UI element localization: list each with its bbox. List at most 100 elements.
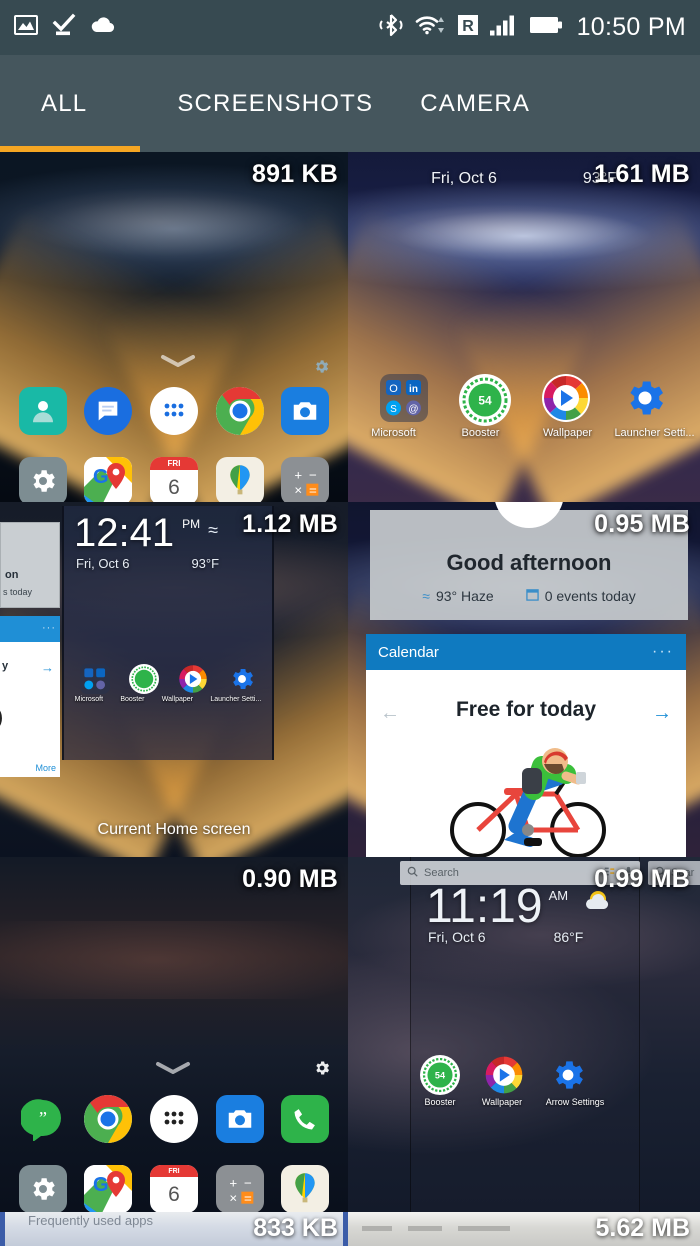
events-text: 0 events today (544, 588, 636, 604)
tab-list: ALL SCREENSHOTS CAMERA (0, 55, 700, 152)
gallery-item[interactable]: Frequently used apps 833 KB (0, 1212, 348, 1246)
photos-icon (215, 457, 264, 502)
app-label: Wallpaper (481, 1097, 523, 1107)
booster-percent: 54 (478, 394, 492, 408)
chrome-icon (215, 387, 264, 435)
thumbnail-image: G FRI 6 + − × = (0, 152, 348, 502)
battery-icon (529, 14, 563, 41)
haze-icon: ≈ (422, 588, 430, 604)
roaming-icon: R (457, 13, 479, 42)
app-row: 54 (420, 1055, 588, 1095)
gallery-item[interactable]: 12:41 PM ≈ Fri, Oct 6 93°F Microsoft Boo… (0, 502, 348, 857)
overflow-menu-icon[interactable]: ··· (652, 643, 674, 661)
svg-text:G: G (93, 466, 109, 488)
dock-row-1: ” (0, 1095, 348, 1143)
arrow-right-icon[interactable]: → (41, 660, 54, 675)
booster-icon: 54 (420, 1055, 460, 1095)
svg-text:S: S (390, 404, 397, 415)
tab-all[interactable]: ALL (41, 90, 87, 118)
preview-temp: 93°F (191, 556, 220, 571)
thumbnail-image: ” G FRI 6 + − × = (0, 857, 348, 1212)
dock-row-2: G FRI 6 + − × = (0, 1165, 348, 1212)
svg-text:R: R (462, 18, 474, 35)
booster-icon: 54 (458, 374, 511, 426)
thumbnail-image: Good afternoon ≈ 93° Haze 0 events today (348, 502, 700, 857)
app-label: Booster (461, 427, 500, 439)
gallery-grid: G FRI 6 + − × = 891 KB Fri, Oct 6 93°F O… (0, 152, 700, 1246)
messages-icon (84, 387, 133, 435)
card-title: Calendar (378, 643, 439, 661)
doc-line (408, 1226, 442, 1231)
gallery-item[interactable]: G FRI 6 + − × = 891 KB (0, 152, 348, 502)
search-placeholder: Search (424, 867, 459, 879)
svg-text:O: O (389, 383, 398, 395)
file-size-label: 833 KB (253, 1214, 338, 1242)
calendar-icon (525, 588, 539, 604)
gallery-item[interactable]: ” G FRI 6 + − × = 0.90 MB (0, 857, 348, 1212)
home-date: Fri, Oct 6 (431, 170, 497, 187)
calendar-dow: FRI (149, 1165, 198, 1177)
svg-text:=: = (244, 1190, 252, 1205)
gallery-item[interactable]: Fri, Oct 6 93°F O in S @ 54 Microsoft Bo… (348, 152, 700, 502)
launcher-settings-icon (621, 374, 669, 422)
app-label-row: Microsoft Booster Wallpaper Launcher Set… (348, 427, 700, 439)
overflow-menu-icon[interactable]: ··· (42, 622, 56, 634)
svg-text:×: × (295, 482, 303, 497)
camera-icon (281, 387, 330, 435)
chrome-icon (84, 1095, 133, 1143)
calendar-icon: FRI 6 (149, 1165, 198, 1212)
signal-bars-icon (489, 13, 519, 42)
current-home-caption: Current Home screen (97, 821, 251, 838)
file-size-label: 0.99 MB (594, 865, 690, 893)
app-label: Launcher Setti... (210, 696, 262, 703)
status-bar-right-icons: R 10:50 PM (377, 13, 686, 42)
cut-header-text: Frequently used apps (28, 1213, 154, 1228)
arrow-settings-icon (548, 1055, 588, 1095)
microsoft-folder-icon (79, 664, 110, 694)
active-tab-indicator (0, 146, 140, 152)
search-icon (407, 866, 418, 880)
hangouts-icon: ” (19, 1095, 67, 1143)
home-clock-block: 11:19 AM (426, 880, 612, 933)
weather-text: 93° Haze (435, 588, 494, 604)
launcher-settings-icon (227, 664, 257, 694)
tab-screenshots[interactable]: SCREENSHOTS (177, 90, 373, 118)
weather-haze-icon: ≈ (208, 520, 218, 540)
wallpaper-icon (178, 664, 208, 694)
calendar-day: 6 (168, 1183, 180, 1206)
wifi-icon (415, 13, 447, 42)
doc-line (362, 1226, 392, 1231)
app-row: O in S @ 54 (348, 374, 700, 426)
svg-text:−: − (244, 1176, 252, 1191)
side-card-header: ··· (0, 616, 60, 642)
gallery-item[interactable]: Good afternoon ≈ 93° Haze 0 events today (348, 502, 700, 857)
pull-handle-icon (155, 1055, 191, 1081)
app-drawer-icon (149, 387, 198, 435)
svg-text:54: 54 (435, 1070, 446, 1080)
tab-camera[interactable]: CAMERA (420, 90, 530, 118)
app-label: Microsoft (74, 696, 104, 703)
contacts-icon (18, 387, 67, 435)
thumbnail-image: Search Sear 11:19 AM Fri, Oct 6 86°F 54 … (348, 857, 700, 1212)
home-clock: 11:19 (426, 880, 543, 933)
app-label: Launcher Setti... (614, 427, 695, 439)
side-card-greeting: on s today (0, 522, 60, 608)
calendar-card-body: ← → Free for today (366, 670, 686, 857)
svg-text:@: @ (408, 404, 418, 415)
side-card-illustration: ) (0, 704, 3, 730)
file-size-label: 0.90 MB (242, 865, 338, 893)
gallery-item[interactable]: Search Sear 11:19 AM Fri, Oct 6 86°F 54 … (348, 857, 700, 1212)
cloud-icon (90, 15, 116, 40)
status-bar-left-icons (14, 13, 116, 42)
phone-icon (281, 1095, 330, 1143)
preview-date: Fri, Oct 6 (76, 556, 130, 571)
dock-row-1 (0, 387, 348, 435)
svg-text:in: in (409, 384, 418, 395)
preview-app-row (64, 664, 272, 694)
card-body-text: Free for today (455, 698, 597, 721)
gallery-item[interactable]: 5.62 MB (348, 1212, 700, 1246)
calendar-dow: FRI (149, 457, 198, 470)
file-size-label: 1.12 MB (242, 510, 338, 538)
thumbnail-image: Fri, Oct 6 93°F O in S @ 54 Microsoft Bo… (348, 152, 700, 502)
microsoft-folder-icon: O in S @ (379, 374, 428, 422)
